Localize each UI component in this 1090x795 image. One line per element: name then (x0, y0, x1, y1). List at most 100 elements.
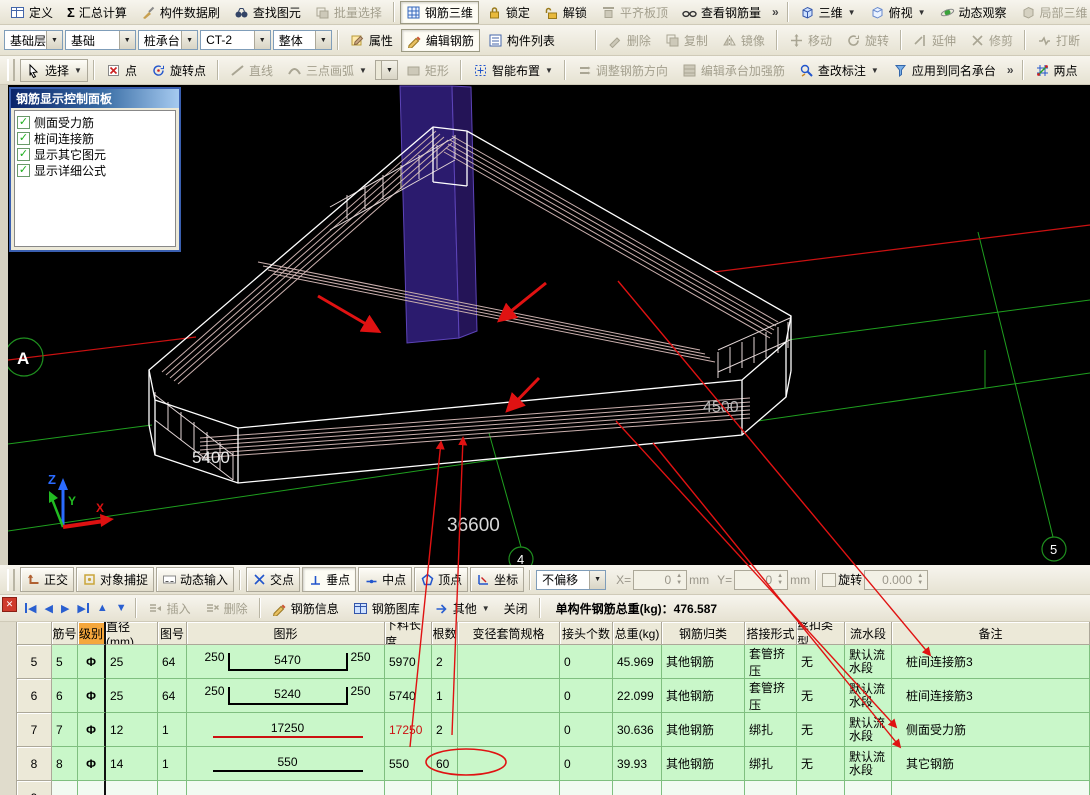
col-header[interactable]: 搭接形式 (745, 622, 797, 645)
col-header[interactable]: 接头个数 (560, 622, 613, 645)
cut-length-highlight[interactable]: 17250 (385, 713, 432, 747)
object-snap-toggle[interactable]: 对象捕捉 (76, 567, 154, 592)
find-element-button[interactable]: 查找图元 (228, 1, 307, 24)
snap-intersect-toggle[interactable]: 交点 (246, 567, 300, 592)
two-points-button[interactable]: 两点 (1029, 59, 1084, 82)
shape-cell[interactable]: 250 5470 250 (187, 645, 385, 679)
col-header[interactable]: 图形 (187, 622, 385, 645)
table-row-8[interactable]: 8 8 Φ 14 1 550 550 60 0 39.93 其他钢筋 绑扎 无 … (0, 747, 1090, 781)
row-header[interactable]: 7 (17, 713, 52, 747)
floor-combo[interactable]: 基础层▼ (4, 30, 63, 50)
other-dropdown[interactable]: 其他▼ (428, 597, 496, 620)
next-record-button[interactable]: ▶ (58, 602, 72, 615)
rebar-library-button[interactable]: 钢筋图库 (347, 597, 426, 620)
col-header[interactable]: 变径套筒规格 (458, 622, 560, 645)
close-table-button[interactable]: 关闭 (498, 597, 534, 620)
col-header[interactable]: 筋号 (52, 622, 78, 645)
toolbar-overflow-chevron[interactable]: » (1004, 63, 1017, 77)
chevron-down-icon: ▼ (119, 31, 135, 49)
rebar-3d-button[interactable]: 钢筋三维 (400, 1, 479, 24)
move-row-down-button[interactable]: ▼ (113, 602, 130, 614)
top-view-dropdown[interactable]: 俯视▼ (864, 1, 932, 24)
col-header[interactable]: 根数 (432, 622, 458, 645)
category-combo[interactable]: 基础▼ (65, 30, 136, 50)
col-header[interactable]: 总重(kg) (613, 622, 662, 645)
rotate-checkbox[interactable] (822, 573, 836, 587)
select-dropdown[interactable]: 选择▼ (20, 59, 88, 82)
svg-text:A: A (17, 349, 29, 368)
row-header[interactable]: 9 (17, 781, 52, 795)
col-header-grade[interactable]: 级别 (78, 622, 106, 645)
viewport-3d[interactable]: 5400 4500 36600 A 4 5 Z (0, 85, 1090, 565)
rotate-label: 旋转 (838, 571, 862, 588)
summary-calc-button[interactable]: Σ 汇总计算 (61, 1, 133, 24)
checkbox-pile-connect-rebar[interactable]: ✓ 桩间连接筋 (17, 130, 173, 146)
view-rebar-quantity-button[interactable]: 查看钢筋量 (676, 1, 767, 24)
align-top-icon (601, 5, 616, 20)
close-panel-icon[interactable]: ✕ (2, 597, 17, 612)
shape-cell[interactable]: 250 5240 250 (187, 679, 385, 713)
component-data-brush-button[interactable]: 构件数据刷 (135, 1, 226, 24)
checkbox-show-other-elements[interactable]: ✓ 显示其它图元 (17, 146, 173, 162)
grid-tool-button[interactable] (1086, 60, 1090, 81)
circled-count-cell[interactable]: 60 (432, 747, 458, 781)
rebar-info-button[interactable]: 钢筋信息 (266, 597, 345, 620)
row-header[interactable]: 6 (17, 679, 52, 713)
prev-record-button[interactable]: ◀ (41, 602, 55, 615)
point-button[interactable]: 点 (100, 59, 143, 82)
snap-midpoint-toggle[interactable]: 中点 (358, 567, 412, 592)
col-header[interactable]: 流水段 (845, 622, 892, 645)
col-header[interactable]: 直径(mm) (106, 622, 158, 645)
grade-symbol[interactable]: Φ (78, 713, 106, 747)
table-row-5[interactable]: 5 5 Φ 25 64 250 5470 250 5970 2 0 45.969… (0, 645, 1090, 679)
grade-symbol[interactable]: Φ (78, 747, 106, 781)
offset-combo[interactable]: 不偏移▼ (536, 570, 606, 590)
dynamic-input-toggle[interactable]: 动态输入 (156, 567, 234, 592)
shape-cell[interactable]: 17250 (187, 713, 385, 747)
unlock-button[interactable]: 解锁 (538, 1, 593, 24)
magnifier-icon (799, 63, 814, 78)
col-header[interactable]: 图号 (158, 622, 187, 645)
ortho-toggle[interactable]: 正交 (20, 567, 74, 592)
snap-vertex-toggle[interactable]: 顶点 (414, 567, 468, 592)
checkbox-side-rebar[interactable]: ✓ 侧面受力筋 (17, 114, 173, 130)
table-row-6[interactable]: 6 6 Φ 25 64 250 5240 250 5740 1 0 22.099… (0, 679, 1090, 713)
grade-symbol[interactable]: Φ (78, 679, 106, 713)
rebar-table-toolbar: ◀ ◀ ▶ ▶ ▲ ▼ 插入 删除 钢筋信息 钢筋图库 其他▼ 关闭 单构件钢筋… (0, 595, 1090, 622)
dynamic-observe-button[interactable]: 动态观察 (934, 1, 1013, 24)
view-3d-dropdown[interactable]: 三维▼ (794, 1, 862, 24)
properties-button[interactable]: 属性 (344, 29, 399, 52)
edit-rebar-button[interactable]: 编辑钢筋 (401, 29, 480, 52)
col-header[interactable]: 下料长度 (385, 622, 432, 645)
snap-coordinate-toggle[interactable]: 坐标 (470, 567, 524, 592)
grade-symbol[interactable]: Φ (78, 645, 106, 679)
element-type-combo[interactable]: 桩承台▼ (138, 30, 198, 50)
rotate-point-button[interactable]: 旋转点 (145, 59, 212, 82)
table-row-9[interactable]: 9 (0, 781, 1090, 795)
component-list-button[interactable]: 构件列表 (482, 29, 561, 52)
checkbox-show-detail-formula[interactable]: ✓ 显示详细公式 (17, 162, 173, 178)
table-row-7[interactable]: 7 7 Φ 12 1 17250 17250 2 0 30.636 其他钢筋 绑… (0, 713, 1090, 747)
col-header[interactable]: 钢筋归类 (662, 622, 745, 645)
edit-cap-strengthen-rebar-button: 编辑承台加强筋 (676, 59, 791, 82)
shape-cell[interactable]: 550 (187, 747, 385, 781)
apply-to-same-name-cap-button[interactable]: 应用到同名承台 (887, 59, 1002, 82)
col-header[interactable]: 丝扣类型 (797, 622, 845, 645)
binoculars-icon (234, 5, 249, 20)
lock-button[interactable]: 锁定 (481, 1, 536, 24)
smart-layout-dropdown[interactable]: 智能布置▼ (467, 59, 559, 82)
snap-perpendicular-toggle[interactable]: 垂点 (302, 567, 356, 592)
first-record-button[interactable]: ◀ (22, 602, 39, 615)
row-header[interactable]: 5 (17, 645, 52, 679)
col-header[interactable]: 备注 (892, 622, 1090, 645)
row-header[interactable]: 8 (17, 747, 52, 781)
last-record-button[interactable]: ▶ (74, 602, 91, 615)
element-name-combo[interactable]: CT-2▼ (200, 30, 271, 50)
move-row-up-button[interactable]: ▲ (94, 602, 111, 614)
toolbar-overflow-chevron[interactable]: » (769, 5, 782, 19)
define-label: 定义 (29, 4, 53, 21)
display-mode-combo[interactable]: 整体▼ (273, 30, 332, 50)
rebar-info-icon (272, 601, 287, 616)
edit-dimension-dropdown[interactable]: 查改标注▼ (793, 59, 885, 82)
define-button[interactable]: 定义 (4, 1, 59, 24)
